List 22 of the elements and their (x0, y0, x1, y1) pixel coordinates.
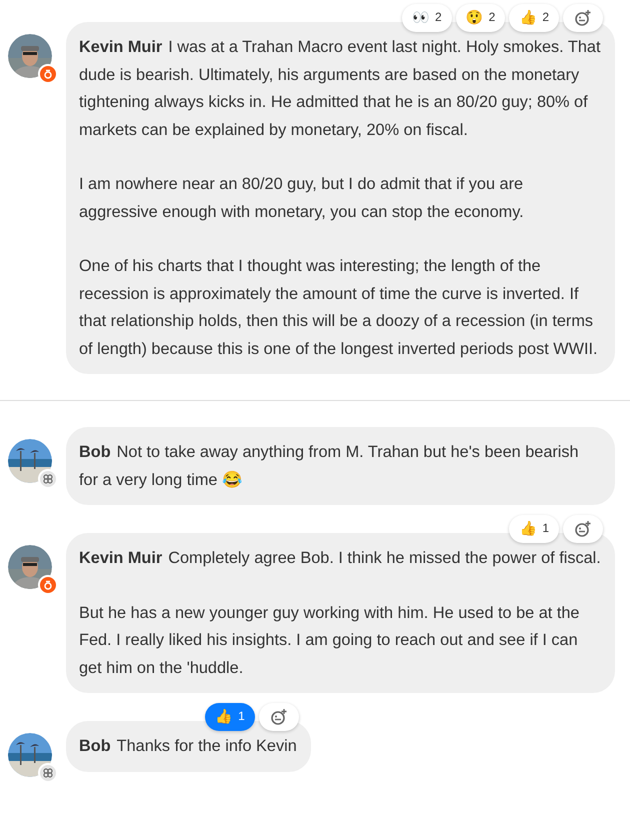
add-emoji-icon (270, 708, 288, 726)
message-text: Bob Thanks for the info Kevin (79, 736, 297, 757)
message-text: Bob Not to take away anything from M. Trahan but he's been bearish for a very long time 😂 (79, 442, 580, 490)
message-text: Kevin Muir I was at a Trahan Macro event last night. Holy smokes. That dude is bearish. Ultimately, his arguments are based on the monetary tightening always kicks in. He admitted that he is an 80/20 guy; 80% of markets can be explained by monetary, 20% on fiscal. (79, 37, 601, 140)
add-reaction-button[interactable] (563, 4, 603, 32)
reaction-button[interactable]: 👍 1 (509, 515, 559, 543)
add-reaction-button[interactable] (258, 703, 299, 731)
avatar (8, 34, 52, 78)
avatar (8, 733, 52, 777)
reaction-button[interactable]: 👍 2 (509, 4, 559, 32)
reaction-button[interactable]: 😲 2 (456, 4, 506, 32)
reaction-button[interactable]: 👍 1 (205, 703, 255, 731)
message-text: Kevin Muir Completely agree Bob. I think he missed the power of fiscal. (79, 548, 601, 569)
avatar (8, 545, 52, 589)
message-text: But he has a new younger guy working with him. He used to be at the Fed. I really liked his insights. I am going to reach out and see if I can get him on the 'huddle. (79, 602, 580, 678)
message-text: One of his charts that I thought was interesting; the length of the recession is approximately the amount of time the curve is inverted. If that relationship holds, then this will be a doozy of a recession (in terms of length) because this is one of the longest inverted periods post WWII. (79, 256, 599, 360)
add-emoji-icon (574, 520, 592, 538)
avatar (8, 439, 52, 483)
message-text: I am nowhere near an 80/20 guy, but I do admit that if you are aggressive enough with monetary, you can stop the economy. (79, 174, 525, 222)
add-emoji-icon (574, 9, 592, 27)
add-reaction-button[interactable] (563, 515, 603, 543)
reaction-button[interactable]: 👀 2 (402, 4, 452, 32)
